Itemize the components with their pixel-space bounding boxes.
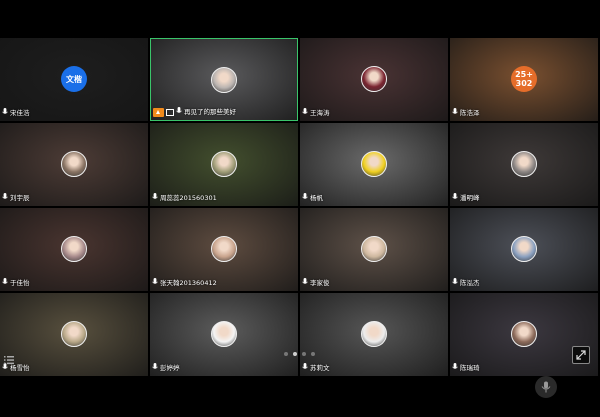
avatar bbox=[61, 236, 87, 262]
participant-grid: 文楷 宋佳浩 再见了的那些美好 王海涛 25+ 302 陈浩泽 刘宇辰 周蕊蕊20156030… bbox=[0, 38, 600, 379]
avatar bbox=[511, 151, 537, 177]
participant-name: 于佳怡 bbox=[10, 279, 30, 287]
microphone-icon bbox=[452, 278, 458, 289]
microphone-icon bbox=[452, 363, 458, 374]
microphone-button[interactable] bbox=[535, 376, 557, 398]
participant-name: 再见了的那些美好 bbox=[184, 108, 236, 116]
avatar bbox=[361, 151, 387, 177]
avatar bbox=[361, 66, 387, 92]
avatar-label: 文楷 bbox=[66, 74, 82, 84]
participant-name-bar: 陈瑞琦 bbox=[452, 363, 480, 374]
participant-tile[interactable]: 杨帆 bbox=[300, 123, 448, 206]
microphone-icon bbox=[2, 108, 8, 119]
participant-tile[interactable]: 于佳怡 bbox=[0, 208, 148, 291]
participant-tile[interactable]: 张天翰201360412 bbox=[150, 208, 298, 291]
participant-tile[interactable]: 文楷宋佳浩 bbox=[0, 38, 148, 121]
avatar: 文楷 bbox=[61, 66, 87, 92]
participant-name: 张天翰201360412 bbox=[160, 279, 217, 287]
participant-name: 苏莉文 bbox=[310, 364, 330, 372]
microphone-icon bbox=[452, 193, 458, 204]
participant-name: 潘明峰 bbox=[460, 194, 480, 202]
microphone-icon bbox=[2, 278, 8, 289]
participant-name-bar: 杨帆 bbox=[302, 193, 323, 204]
page-dot[interactable] bbox=[293, 352, 297, 356]
participant-name: 周蕊蕊201560301 bbox=[160, 194, 217, 202]
participant-tile[interactable]: 潘明峰 bbox=[450, 123, 598, 206]
participant-name-bar: 宋佳浩 bbox=[2, 108, 30, 119]
host-icon bbox=[153, 108, 164, 117]
expand-icon[interactable] bbox=[572, 346, 590, 364]
microphone-icon bbox=[302, 363, 308, 374]
avatar bbox=[211, 151, 237, 177]
avatar bbox=[511, 321, 537, 347]
participant-name-bar: 潘明峰 bbox=[452, 193, 480, 204]
participant-name: 彭婷婷 bbox=[160, 364, 180, 372]
participant-name-bar: 王海涛 bbox=[302, 108, 330, 119]
participant-name: 杨雪怡 bbox=[10, 364, 30, 372]
microphone-icon bbox=[152, 193, 158, 204]
microphone-icon bbox=[2, 193, 8, 204]
participant-tile[interactable]: 陈泓杰 bbox=[450, 208, 598, 291]
participant-tile[interactable]: 刘宇辰 bbox=[0, 123, 148, 206]
avatar bbox=[211, 236, 237, 262]
avatar bbox=[211, 67, 237, 93]
page-dot[interactable] bbox=[311, 352, 315, 356]
participant-name: 李家俊 bbox=[310, 279, 330, 287]
microphone-icon bbox=[452, 108, 458, 119]
participant-name: 刘宇辰 bbox=[10, 194, 30, 202]
microphone-icon bbox=[302, 108, 308, 119]
participant-name: 陈泓杰 bbox=[460, 279, 480, 287]
participant-list-icon[interactable] bbox=[4, 350, 14, 365]
avatar bbox=[61, 321, 87, 347]
participant-name-bar: 周蕊蕊201560301 bbox=[152, 193, 217, 204]
microphone-icon bbox=[152, 363, 158, 374]
participant-tile[interactable]: 杨雪怡 bbox=[0, 293, 148, 376]
participant-tile[interactable]: 周蕊蕊201560301 bbox=[150, 123, 298, 206]
participant-tile[interactable]: 25+ 302 陈浩泽 bbox=[450, 38, 598, 121]
participant-name-bar: 张天翰201360412 bbox=[152, 278, 217, 289]
participant-name-bar: 再见了的那些美好 bbox=[153, 107, 236, 118]
participant-name: 陈浩泽 bbox=[460, 109, 480, 117]
avatar bbox=[361, 321, 387, 347]
page-dot[interactable] bbox=[284, 352, 288, 356]
participant-name: 宋佳浩 bbox=[10, 109, 30, 117]
participant-name-bar: 李家俊 bbox=[302, 278, 330, 289]
microphone-icon bbox=[152, 278, 158, 289]
microphone-icon bbox=[176, 107, 182, 118]
avatar: 25+ 302 bbox=[511, 66, 537, 92]
participant-name: 杨帆 bbox=[310, 194, 323, 202]
screen-share-icon bbox=[166, 109, 174, 116]
participant-name-bar: 刘宇辰 bbox=[2, 193, 30, 204]
participant-tile[interactable]: 王海涛 bbox=[300, 38, 448, 121]
avatar bbox=[61, 151, 87, 177]
page-dot[interactable] bbox=[302, 352, 306, 356]
participant-name: 陈瑞琦 bbox=[460, 364, 480, 372]
participant-name: 王海涛 bbox=[310, 109, 330, 117]
avatar bbox=[211, 321, 237, 347]
page-indicator[interactable] bbox=[284, 352, 315, 356]
microphone-icon bbox=[302, 193, 308, 204]
participant-name-bar: 陈浩泽 bbox=[452, 108, 480, 119]
avatar bbox=[361, 236, 387, 262]
avatar bbox=[511, 236, 537, 262]
participant-tile[interactable]: 苏莉文 bbox=[300, 293, 448, 376]
participant-name-bar: 陈泓杰 bbox=[452, 278, 480, 289]
avatar-label: 25+ 302 bbox=[515, 70, 533, 88]
participant-name-bar: 于佳怡 bbox=[2, 278, 30, 289]
participant-tile[interactable]: 彭婷婷 bbox=[150, 293, 298, 376]
participant-name-bar: 彭婷婷 bbox=[152, 363, 180, 374]
participant-tile[interactable]: 再见了的那些美好 bbox=[150, 38, 298, 121]
participant-name-bar: 苏莉文 bbox=[302, 363, 330, 374]
participant-tile[interactable]: 李家俊 bbox=[300, 208, 448, 291]
microphone-icon bbox=[302, 278, 308, 289]
